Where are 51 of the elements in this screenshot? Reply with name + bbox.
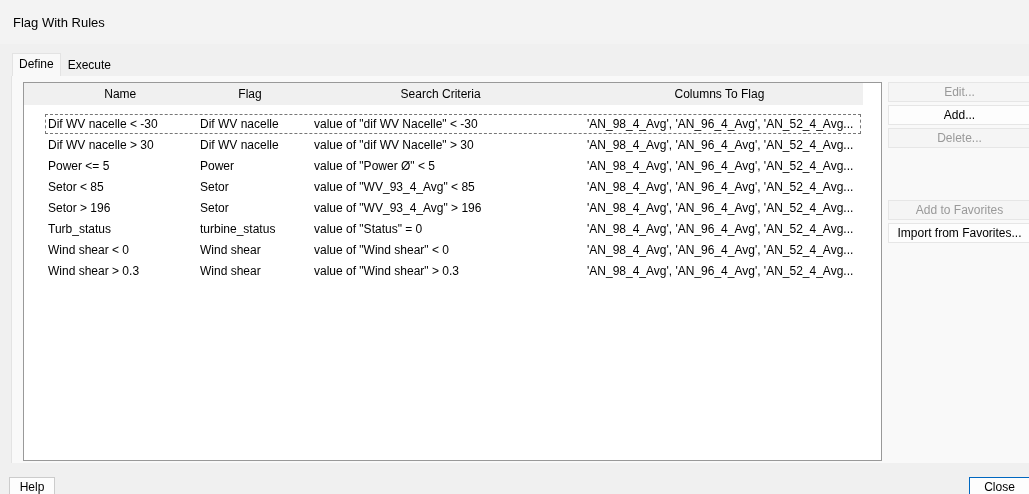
table-cell-text: Wind shear: [199, 264, 262, 278]
table-cell-text: value of "Status" = 0: [313, 222, 424, 236]
list-row[interactable]: Setor < 85 Setor value of "WV_93_4_Avg" < 85 'AN_98_4_Avg', 'AN_96_4_Avg', 'AN_52_4_Avg...: [45, 177, 861, 197]
column-header[interactable]: Columns To Flag: [575, 87, 863, 101]
table-cell-text: Setor > 196: [47, 201, 112, 215]
list-row[interactable]: Power <= 5 Power value of "Power Ø" < 5 'AN_98_4_Avg', 'AN_96_4_Avg', 'AN_52_4_Avg...: [45, 156, 861, 176]
table-cell-text: 'AN_98_4_Avg', 'AN_96_4_Avg', 'AN_52_4_Avg...: [587, 264, 855, 278]
column-header[interactable]: Search Criteria: [305, 87, 576, 101]
tab[interactable]: Define: [12, 53, 61, 76]
list-row[interactable]: Wind shear < 0 Wind shear value of "Wind shear" < 0 'AN_98_4_Avg', 'AN_96_4_Avg', 'AN_52_4_Avg...: [45, 240, 861, 260]
side-button[interactable]: Add...: [888, 105, 1029, 125]
list-row[interactable]: Dif WV nacelle > 30 Dif WV nacelle value of "dif WV Nacelle" > 30 'AN_98_4_Avg', 'AN_96_4_Avg', 'AN_52_4_Avg...: [45, 135, 861, 155]
table-cell-text: 'AN_98_4_Avg', 'AN_96_4_Avg', 'AN_52_4_Avg...: [587, 222, 855, 236]
table-cell-text: value of "Wind shear" < 0: [313, 243, 450, 257]
side-button[interactable]: Import from Favorites...: [888, 223, 1029, 243]
table-cell-text: 'AN_98_4_Avg', 'AN_96_4_Avg', 'AN_52_4_Avg...: [587, 117, 855, 131]
table-cell-text: 'AN_98_4_Avg', 'AN_96_4_Avg', 'AN_52_4_Avg...: [587, 180, 855, 194]
column-header[interactable]: Flag: [194, 87, 306, 101]
table-cell-text: Dif WV nacelle < -30: [47, 117, 159, 131]
table-cell-text: value of "WV_93_4_Avg" > 196: [313, 201, 483, 215]
table-cell-text: Power: [199, 159, 235, 173]
table-cell-text: Power <= 5: [47, 159, 111, 173]
table-cell-text: Dif WV nacelle: [199, 138, 280, 152]
table-cell-text: Dif WV nacelle: [199, 117, 280, 131]
table-cell-text: turbine_status: [199, 222, 277, 236]
table-cell-text: Dif WV nacelle > 30: [47, 138, 155, 152]
table-cell-text: value of "Power Ø" < 5: [313, 159, 436, 173]
table-cell-text: Wind shear < 0: [47, 243, 131, 257]
table-cell-text: 'AN_98_4_Avg', 'AN_96_4_Avg', 'AN_52_4_Avg...: [587, 159, 855, 173]
tab[interactable]: Execute: [60, 54, 119, 76]
close-button[interactable]: Close: [969, 477, 1029, 494]
table-cell-text: 'AN_98_4_Avg', 'AN_96_4_Avg', 'AN_52_4_Avg...: [587, 243, 855, 257]
table-cell-text: Wind shear > 0.3: [47, 264, 141, 278]
table-cell-text: value of "dif WV Nacelle" < -30: [313, 117, 479, 131]
table-cell-text: 'AN_98_4_Avg', 'AN_96_4_Avg', 'AN_52_4_Avg...: [587, 138, 855, 152]
table-cell-text: value of "Wind shear" > 0.3: [313, 264, 460, 278]
help-button[interactable]: Help: [9, 477, 55, 494]
table-cell-text: Turb_status: [47, 222, 112, 236]
list-row[interactable]: Wind shear > 0.3 Wind shear value of "Wind shear" > 0.3 'AN_98_4_Avg', 'AN_96_4_Avg', 'AN_52_4_Avg...: [45, 261, 861, 281]
table-cell-text: Setor < 85: [47, 180, 105, 194]
table-cell-text: value of "WV_93_4_Avg" < 85: [313, 180, 476, 194]
table-cell-text: Setor: [199, 201, 230, 215]
column-header[interactable]: Name: [46, 87, 195, 101]
table-cell-text: value of "dif WV Nacelle" > 30: [313, 138, 475, 152]
list-row[interactable]: Setor > 196 Setor value of "WV_93_4_Avg" > 196 'AN_98_4_Avg', 'AN_96_4_Avg', 'AN_52_4_Avg...: [45, 198, 861, 218]
list-row[interactable]: Dif WV nacelle < -30 Dif WV nacelle value of "dif WV Nacelle" < -30 'AN_98_4_Avg', 'AN_96_4_Avg', 'AN_52_4_Avg...: [45, 114, 861, 134]
window-title: Flag With Rules: [13, 14, 105, 30]
table-cell-text: Setor: [199, 180, 230, 194]
table-cell-text: 'AN_98_4_Avg', 'AN_96_4_Avg', 'AN_52_4_Avg...: [587, 201, 855, 215]
list-row[interactable]: Turb_status turbine_status value of "Status" = 0 'AN_98_4_Avg', 'AN_96_4_Avg', 'AN_52_4_Avg...: [45, 219, 861, 239]
table-cell-text: Wind shear: [199, 243, 262, 257]
